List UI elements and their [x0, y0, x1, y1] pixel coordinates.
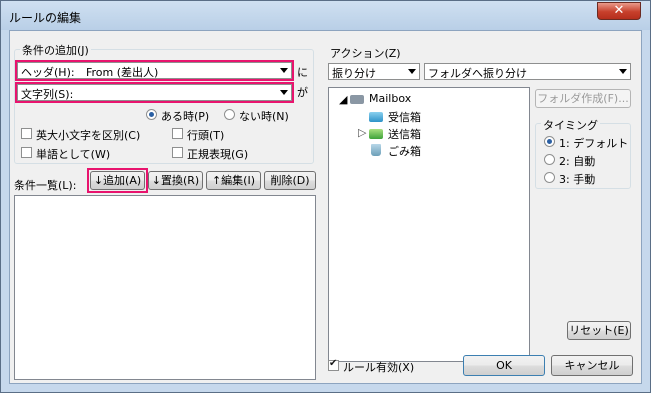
rule-enabled-label: ルール有効(X): [343, 361, 415, 374]
tree-item-outbox[interactable]: 送信箱: [388, 126, 421, 142]
conditions-group-label: 条件の追加(J): [20, 42, 91, 58]
radio-exists[interactable]: [146, 109, 157, 120]
string-suffix: が: [297, 86, 308, 99]
radio-exists-label: ある時(P): [161, 110, 210, 123]
close-icon: ✕: [613, 3, 625, 18]
timing-radio-manual-label: 3: 手動: [559, 173, 596, 186]
window-title: ルールの編集: [9, 11, 82, 25]
tree-item-inbox[interactable]: 受信箱: [388, 109, 421, 125]
checkbox-regex-label: 正規表現(G): [187, 148, 249, 161]
action-target-value: フォルダへ振り分け: [428, 67, 527, 80]
checkbox-line-start[interactable]: [172, 128, 183, 139]
chevron-down-icon: [408, 69, 416, 74]
delete-condition-button[interactable]: 削除(D): [264, 171, 316, 190]
header-combo-highlight: [15, 60, 294, 81]
ok-button[interactable]: OK: [463, 355, 545, 376]
radio-not-exists-label: ない時(N): [239, 110, 289, 123]
inbox-icon: [369, 112, 383, 122]
checkbox-whole-word[interactable]: [21, 147, 32, 158]
close-button[interactable]: ✕: [597, 2, 641, 20]
checkbox-line-start-label: 行頭(T): [187, 129, 225, 142]
timing-radio-auto[interactable]: [544, 154, 555, 165]
condition-list-label: 条件一覧(L):: [14, 179, 77, 192]
tree-root-mailbox[interactable]: Mailbox: [369, 92, 411, 105]
timing-radio-auto-label: 2: 自動: [559, 155, 596, 168]
outbox-icon: [369, 129, 383, 139]
dialog-window: ルールの編集 ✕ 条件の追加(J) ヘッダ(H): From (差出人) に 文…: [0, 0, 651, 393]
checkbox-regex[interactable]: [172, 147, 183, 158]
checkbox-case-sensitive-label: 英大小文字を区別(C): [36, 129, 141, 142]
reset-button[interactable]: リセット(E): [567, 321, 631, 340]
folder-tree[interactable]: ◢ Mailbox 受信箱 ▷ 送信箱 ごみ箱: [328, 87, 530, 362]
header-suffix: に: [297, 66, 308, 79]
trash-icon: [371, 144, 381, 156]
timing-group-label: タイミング: [541, 117, 600, 133]
timing-radio-default-label: 1: デフォルト: [559, 137, 629, 150]
tree-collapsed-icon[interactable]: ▷: [358, 126, 366, 139]
radio-not-exists[interactable]: [224, 109, 235, 120]
tree-item-trash[interactable]: ごみ箱: [388, 143, 421, 159]
mailbox-icon: [350, 95, 364, 104]
checkbox-case-sensitive[interactable]: [21, 128, 32, 139]
action-group-label: アクション(Z): [330, 47, 401, 60]
add-button-highlight: [87, 168, 148, 193]
edit-condition-button[interactable]: ↑編集(I): [206, 171, 261, 190]
timing-radio-manual[interactable]: [544, 172, 555, 183]
title-bar[interactable]: ルールの編集 ✕: [1, 1, 650, 30]
string-combo-highlight: [15, 82, 294, 103]
checkbox-whole-word-label: 単語として(W): [36, 148, 111, 161]
condition-list[interactable]: [14, 195, 316, 380]
action-target-combo[interactable]: フォルダへ振り分け: [424, 63, 631, 80]
create-folder-button[interactable]: フォルダ作成(F)...: [535, 89, 631, 108]
action-combo[interactable]: 振り分け: [328, 63, 420, 80]
chevron-down-icon: [619, 69, 627, 74]
dialog-client: 条件の追加(J) ヘッダ(H): From (差出人) に 文字列(S): が …: [9, 30, 642, 384]
replace-condition-button[interactable]: ↓置換(R): [148, 171, 203, 190]
tree-expander-icon[interactable]: ◢: [339, 93, 347, 106]
action-combo-value: 振り分け: [332, 67, 376, 80]
timing-radio-default[interactable]: [544, 136, 555, 147]
cancel-button[interactable]: キャンセル: [551, 355, 633, 376]
rule-enabled-checkbox[interactable]: [328, 358, 339, 371]
